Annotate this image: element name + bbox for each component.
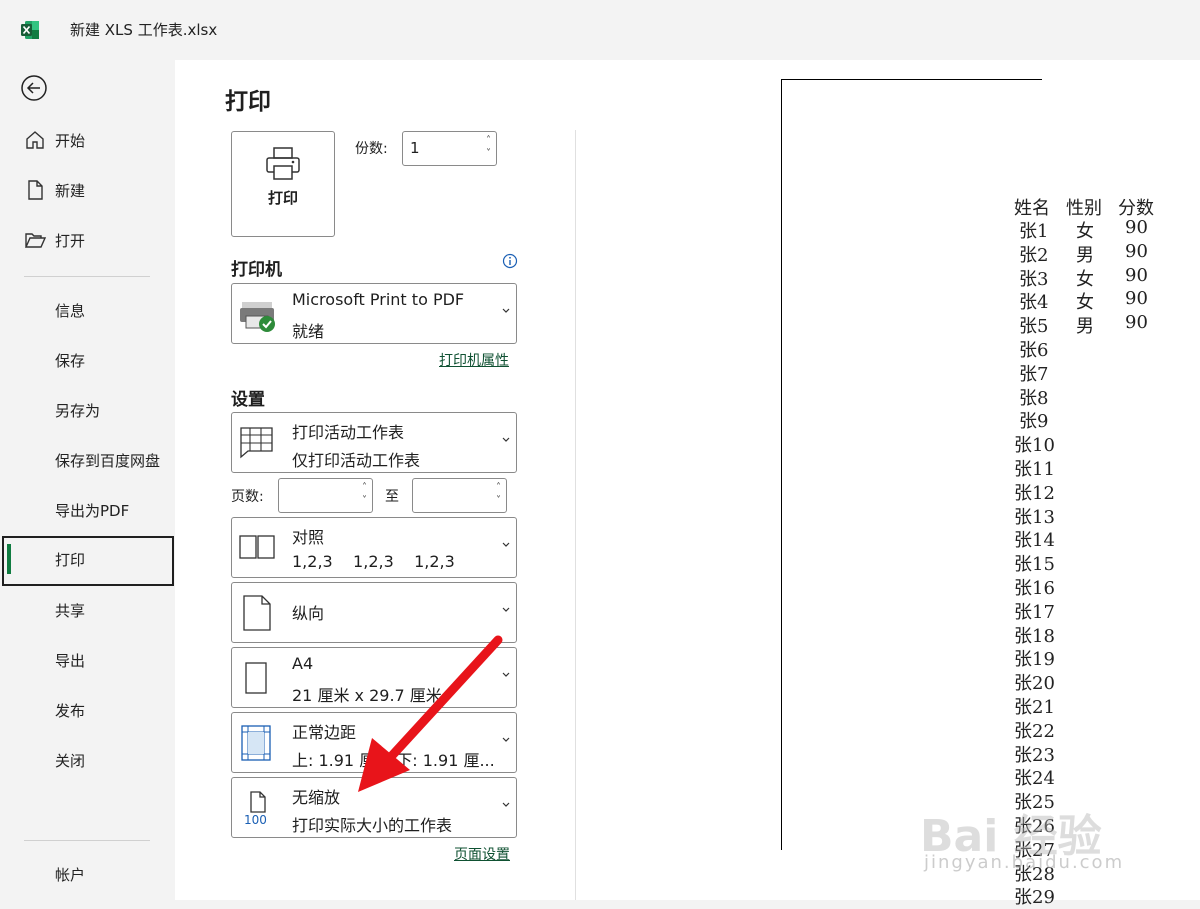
table-row: 张14 (0, 526, 1200, 551)
annotation-arrow-icon (358, 635, 503, 792)
table-row: 张6 (0, 336, 1200, 361)
sidebar-item-new[interactable]: 新建 (0, 167, 175, 213)
sidebar-item-home[interactable]: 开始 (0, 117, 175, 163)
preview-cell-name: 张6 (1019, 340, 1049, 361)
page-title: 打印 (225, 89, 271, 115)
table-row: 张11 (0, 455, 1200, 480)
table-row: 张13 (0, 503, 1200, 528)
copies-value: 1 (410, 139, 420, 157)
table-row: 张29 (0, 883, 1200, 908)
table-row: 张24 (0, 764, 1200, 789)
print-button-label: 打印 (267, 189, 298, 207)
preview-cell-name: 张1 (1019, 221, 1049, 242)
preview-cell-score: 90 (1125, 265, 1148, 286)
preview-cell-name: 张2 (1019, 245, 1049, 266)
table-row: 张1 女 90 (0, 217, 1200, 242)
table-row: 张7 (0, 360, 1200, 385)
table-row: 张4 女 90 (0, 288, 1200, 313)
table-row: 张3 女 90 (0, 265, 1200, 290)
table-row: 张16 (0, 574, 1200, 599)
table-row: 张8 (0, 384, 1200, 409)
table-row: 张10 (0, 431, 1200, 456)
preview-cell-score: 90 (1125, 312, 1148, 333)
preview-cell-name: 张5 (1019, 316, 1049, 337)
preview-cell-gender: 男 (1076, 245, 1094, 266)
table-row: 张23 (0, 741, 1200, 766)
preview-cell-name: 张21 (1014, 697, 1055, 718)
preview-cell-name: 张7 (1019, 364, 1049, 385)
preview-cell-name: 张10 (1014, 435, 1055, 456)
preview-cell-name: 张19 (1014, 649, 1055, 670)
preview-cell-name: 张9 (1019, 411, 1049, 432)
preview-cell-name: 张14 (1014, 530, 1055, 551)
table-row: 张22 (0, 717, 1200, 742)
preview-cell-gender: 女 (1076, 292, 1094, 313)
new-file-icon (28, 180, 43, 200)
preview-cell-name: 张15 (1014, 554, 1055, 575)
table-row: 张18 (0, 622, 1200, 647)
printer-icon (266, 147, 300, 180)
excel-app-icon (21, 21, 39, 39)
back-arrow-icon[interactable] (20, 74, 48, 102)
table-row: 张19 (0, 645, 1200, 670)
copies-label: 份数: (355, 141, 388, 157)
preview-cell-score: 90 (1125, 288, 1148, 309)
home-icon (26, 131, 44, 149)
preview-cell-gender: 女 (1076, 221, 1094, 242)
preview-cell-name: 张11 (1014, 459, 1055, 480)
window-title: 新建 XLS 工作表.xlsx (70, 21, 218, 39)
table-row: 张12 (0, 479, 1200, 504)
table-row: 张17 (0, 598, 1200, 623)
copies-stepper[interactable]: 1 ˄ ˅ (402, 131, 497, 166)
table-row: 张15 (0, 550, 1200, 575)
preview-cell-score: 90 (1125, 241, 1148, 262)
preview-cell-score: 90 (1125, 217, 1148, 238)
table-row: 张20 (0, 669, 1200, 694)
preview-cell-name: 张24 (1014, 768, 1055, 789)
stepper-arrows-icon[interactable]: ˄ ˅ (486, 134, 491, 160)
table-row: 张5 男 90 (0, 312, 1200, 337)
title-bar: 新建 XLS 工作表.xlsx (0, 0, 1200, 60)
preview-cell-name: 张22 (1014, 721, 1055, 742)
table-row: 张2 男 90 (0, 241, 1200, 266)
preview-cell-name: 张4 (1019, 292, 1049, 313)
preview-cell-name: 张29 (1014, 887, 1055, 908)
preview-cell-name: 张12 (1014, 483, 1055, 504)
table-row: 张9 (0, 407, 1200, 432)
baidu-watermark-url: jingyan.baidu.com (924, 852, 1125, 873)
preview-cell-name: 张17 (1014, 602, 1055, 623)
preview-cell-gender: 男 (1076, 316, 1094, 337)
table-row: 张21 (0, 693, 1200, 718)
preview-cell-name: 张16 (1014, 578, 1055, 599)
preview-cell-name: 张20 (1014, 673, 1055, 694)
